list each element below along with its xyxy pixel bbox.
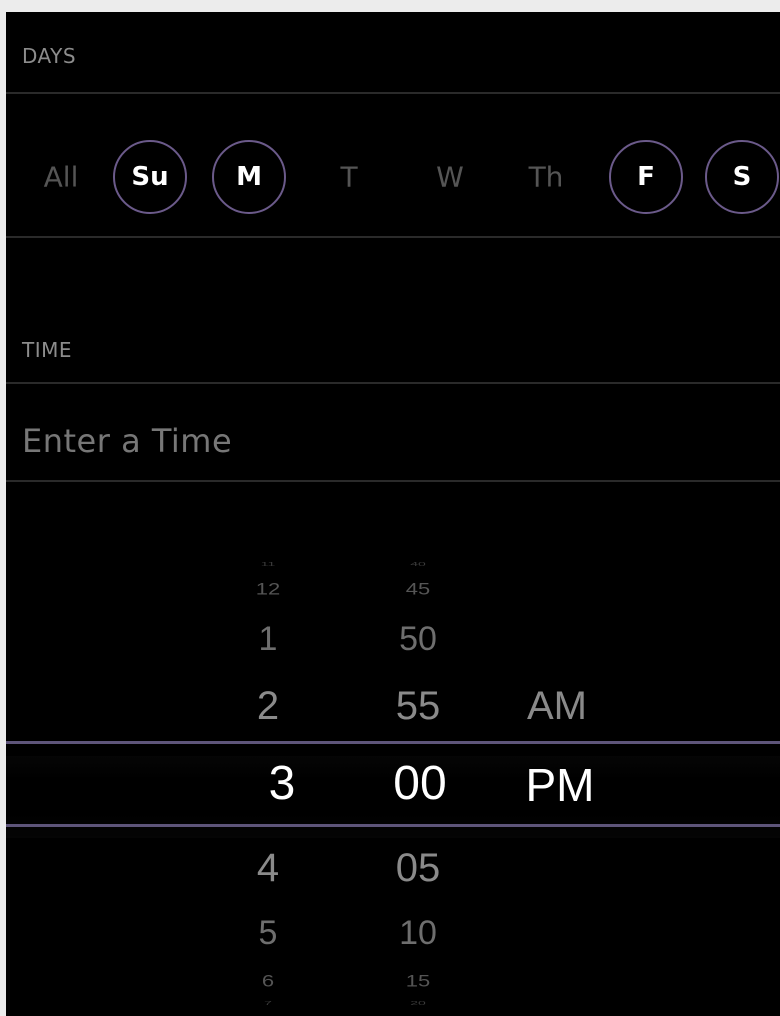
- minute-option[interactable]: 45: [406, 580, 430, 598]
- divider: [6, 92, 780, 94]
- alarm-settings-screen: DAYS All Su M T W Th F S TIME Enter a Ti…: [6, 12, 780, 1016]
- meridiem-option-am[interactable]: AM: [527, 686, 587, 726]
- hour-option[interactable]: 2: [257, 686, 279, 726]
- picker-selection-top-line: [6, 741, 780, 744]
- hour-option[interactable]: 5: [259, 916, 278, 950]
- divider: [6, 236, 780, 238]
- time-section-label: TIME: [22, 338, 73, 362]
- minute-option[interactable]: 15: [406, 972, 430, 990]
- hour-option-selected[interactable]: 3: [269, 760, 296, 808]
- day-saturday-toggle[interactable]: S: [705, 140, 779, 214]
- time-input[interactable]: Enter a Time: [22, 422, 232, 460]
- meridiem-option-pm-selected[interactable]: PM: [526, 762, 595, 808]
- minute-option[interactable]: 10: [399, 916, 437, 950]
- day-friday-toggle[interactable]: F: [609, 140, 683, 214]
- day-monday-toggle[interactable]: M: [212, 140, 286, 214]
- minute-option[interactable]: 40: [410, 561, 426, 567]
- minute-option-selected[interactable]: 00: [393, 760, 446, 808]
- day-sunday-toggle[interactable]: Su: [113, 140, 187, 214]
- day-tuesday-toggle[interactable]: T: [340, 161, 357, 194]
- picker-selection-bottom-line: [6, 824, 780, 827]
- hour-option[interactable]: 12: [256, 580, 280, 598]
- hour-option[interactable]: 4: [257, 848, 279, 888]
- hour-option[interactable]: 7: [264, 1000, 272, 1006]
- day-all-toggle[interactable]: All: [44, 161, 79, 194]
- day-thursday-toggle[interactable]: Th: [529, 161, 564, 194]
- minute-option[interactable]: 55: [396, 686, 441, 726]
- minute-option[interactable]: 20: [410, 1000, 426, 1006]
- minute-option[interactable]: 05: [396, 848, 441, 888]
- hour-option[interactable]: 6: [262, 972, 274, 990]
- hour-option[interactable]: 1: [259, 622, 278, 656]
- days-section-label: DAYS: [22, 44, 77, 68]
- day-wednesday-toggle[interactable]: W: [436, 161, 464, 194]
- divider: [6, 480, 780, 482]
- hour-option[interactable]: 11: [261, 561, 276, 567]
- divider: [6, 382, 780, 384]
- minute-option[interactable]: 50: [399, 622, 437, 656]
